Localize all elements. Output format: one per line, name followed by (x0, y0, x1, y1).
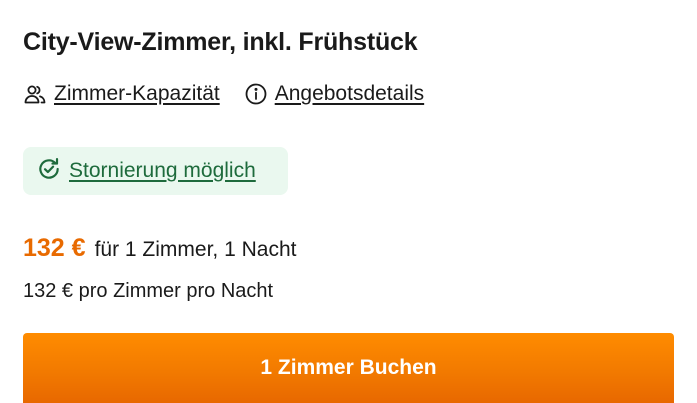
cancellation-link[interactable]: Stornierung möglich (69, 159, 256, 183)
price-per-night: 132 € pro Zimmer pro Nacht (23, 280, 274, 302)
price-detail: für 1 Zimmer, 1 Nacht (94, 238, 297, 261)
info-icon (244, 82, 268, 106)
free-cancellation-badge: Stornierung möglich (23, 147, 288, 195)
price-amount: 132 € (23, 234, 86, 262)
price-row: 132 € für 1 Zimmer, 1 Nacht (23, 234, 296, 263)
book-room-button[interactable]: 1 Zimmer Buchen (23, 333, 674, 403)
room-links-row: Zimmer-Kapazität Angebotsdetails (23, 80, 448, 108)
users-icon (23, 82, 47, 106)
offer-details-link[interactable]: Angebotsdetails (244, 82, 424, 106)
room-capacity-label: Zimmer-Kapazität (54, 82, 220, 105)
room-capacity-link[interactable]: Zimmer-Kapazität (23, 82, 220, 106)
room-offer-card: City-View-Zimmer, inkl. Frühstück Zimmer… (0, 0, 697, 403)
refresh-check-icon (36, 156, 62, 187)
offer-details-label: Angebotsdetails (274, 82, 425, 105)
room-title: City-View-Zimmer, inkl. Frühstück (23, 28, 418, 56)
